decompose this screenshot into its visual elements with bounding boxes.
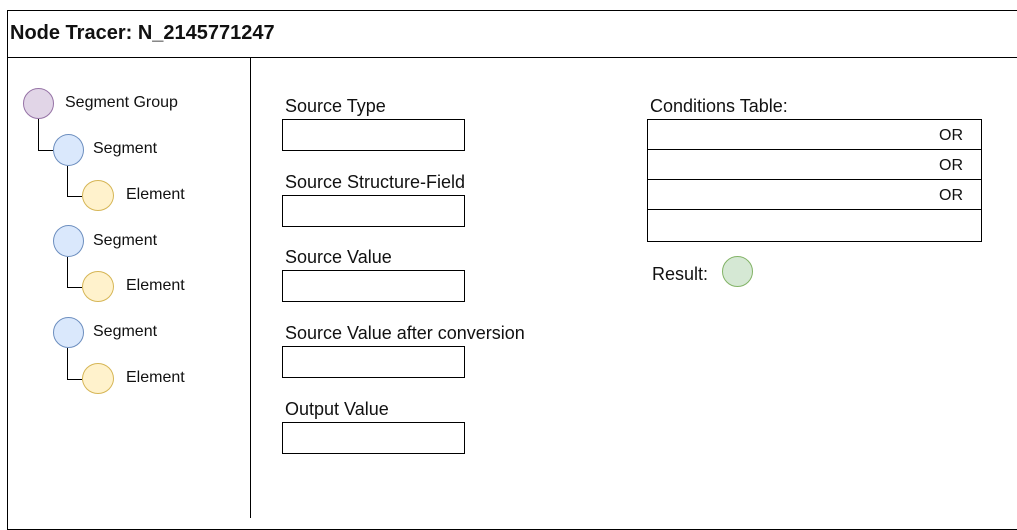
conditions-table-label: Conditions Table: [650, 96, 788, 116]
element-label: Element [126, 369, 185, 386]
element-node[interactable] [82, 363, 114, 394]
element-node[interactable] [82, 180, 114, 211]
element-node[interactable] [82, 271, 114, 302]
output-value-field[interactable] [282, 422, 465, 454]
tree-connector [67, 257, 68, 287]
segment-group-label: Segment Group [65, 94, 178, 111]
tracer-window [7, 10, 1017, 530]
condition-row[interactable]: OR [648, 120, 981, 150]
panel-divider [250, 58, 251, 518]
result-label: Result: [652, 264, 709, 284]
source-structure-field-field[interactable] [282, 195, 465, 227]
source-structure-field-label: Source Structure-Field [285, 172, 466, 192]
condition-row[interactable]: OR [648, 180, 981, 210]
segment-group-node[interactable] [23, 88, 54, 119]
segment-label: Segment [93, 323, 158, 340]
condition-operator: OR [939, 157, 963, 174]
source-value-label: Source Value [285, 247, 392, 267]
conditions-table: OR OR OR [647, 119, 982, 242]
source-value-after-conversion-field[interactable] [282, 346, 465, 378]
segment-node[interactable] [53, 134, 84, 166]
tree-connector [67, 196, 82, 197]
element-label: Element [126, 277, 185, 294]
element-label: Element [126, 186, 185, 203]
source-value-after-conversion-label: Source Value after conversion [285, 323, 525, 343]
tree-connector [67, 379, 82, 380]
tree-connector [38, 150, 53, 151]
segment-label: Segment [93, 232, 158, 249]
output-value-label: Output Value [285, 399, 389, 419]
tree-connector [38, 119, 39, 150]
tree-connector [67, 287, 82, 288]
segment-node[interactable] [53, 225, 84, 257]
source-type-label: Source Type [285, 96, 386, 116]
page-title: Node Tracer: N_2145771247 [10, 22, 275, 44]
tree-connector [67, 166, 68, 196]
tree-connector [67, 348, 68, 379]
source-value-field[interactable] [282, 270, 465, 302]
result-indicator [722, 256, 753, 287]
segment-label: Segment [93, 140, 158, 157]
condition-row[interactable]: OR [648, 150, 981, 180]
source-type-field[interactable] [282, 119, 465, 151]
condition-row[interactable] [648, 210, 981, 241]
condition-operator: OR [939, 127, 963, 144]
segment-node[interactable] [53, 317, 84, 348]
condition-operator: OR [939, 187, 963, 204]
